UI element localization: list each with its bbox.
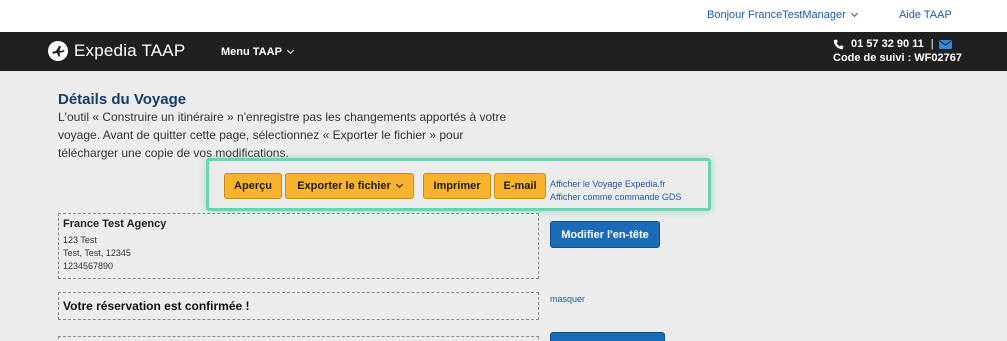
view-gds-link[interactable]: Afficher comme commande GDS bbox=[550, 192, 681, 202]
page-title: Détails du Voyage bbox=[58, 91, 187, 108]
edit-header-button[interactable]: Modifier l'en-tête bbox=[550, 221, 660, 248]
export-file-button[interactable]: Exporter le fichier bbox=[285, 173, 414, 199]
top-bar: Bonjour FranceTestManager Aide TAAP bbox=[0, 0, 1007, 32]
user-greeting: Bonjour FranceTestManager bbox=[707, 9, 846, 21]
menu-taap-label: Menu TAAP bbox=[221, 46, 282, 58]
email-button[interactable]: E-mail bbox=[494, 173, 546, 199]
agency-city: Test, Test, 12345 bbox=[63, 248, 131, 258]
chevron-down-icon bbox=[286, 46, 294, 55]
phone-number: 01 57 32 90 11 bbox=[851, 38, 924, 50]
agency-address: 123 Test bbox=[63, 235, 97, 245]
phone-icon bbox=[833, 39, 844, 49]
preview-button[interactable]: Aperçu bbox=[224, 173, 282, 199]
help-link[interactable]: Aide TAAP bbox=[899, 9, 952, 21]
view-trip-link[interactable]: Afficher le Voyage Expedia.fr bbox=[550, 179, 665, 189]
agency-phone: 1234567890 bbox=[63, 261, 114, 271]
print-button[interactable]: Imprimer bbox=[423, 173, 491, 199]
next-section-button[interactable] bbox=[550, 332, 665, 341]
user-menu[interactable]: Bonjour FranceTestManager bbox=[707, 9, 858, 21]
export-file-label: Exporter le fichier bbox=[297, 180, 391, 192]
hide-link[interactable]: masquer bbox=[550, 294, 585, 304]
contact-block: 01 57 32 90 11 | Code de suivi : WF02767 bbox=[833, 37, 962, 64]
logo-text: Expedia TAAP bbox=[74, 41, 186, 60]
agency-header-box: France Test Agency 123 Test Test, Test, … bbox=[58, 213, 539, 279]
confirmation-message: Votre réservation est confirmée ! bbox=[63, 299, 250, 313]
main-navbar: Expedia TAAP Menu TAAP 01 57 32 90 11 | … bbox=[0, 32, 1007, 71]
tracking-code: Code de suivi : WF02767 bbox=[833, 52, 962, 64]
separator: | bbox=[930, 38, 934, 50]
airplane-icon bbox=[48, 41, 68, 61]
agency-name: France Test Agency bbox=[63, 218, 167, 230]
expedia-taap-logo[interactable]: Expedia TAAP bbox=[48, 41, 185, 61]
menu-taap-dropdown[interactable]: Menu TAAP bbox=[221, 46, 294, 58]
chevron-down-icon bbox=[395, 180, 403, 188]
next-section-box bbox=[58, 336, 539, 341]
chevron-down-icon bbox=[850, 9, 858, 18]
confirmation-box: Votre réservation est confirmée ! bbox=[58, 292, 539, 320]
mail-icon[interactable] bbox=[938, 39, 952, 49]
page-description: L'outil « Construire un itinéraire » n'e… bbox=[58, 110, 507, 160]
